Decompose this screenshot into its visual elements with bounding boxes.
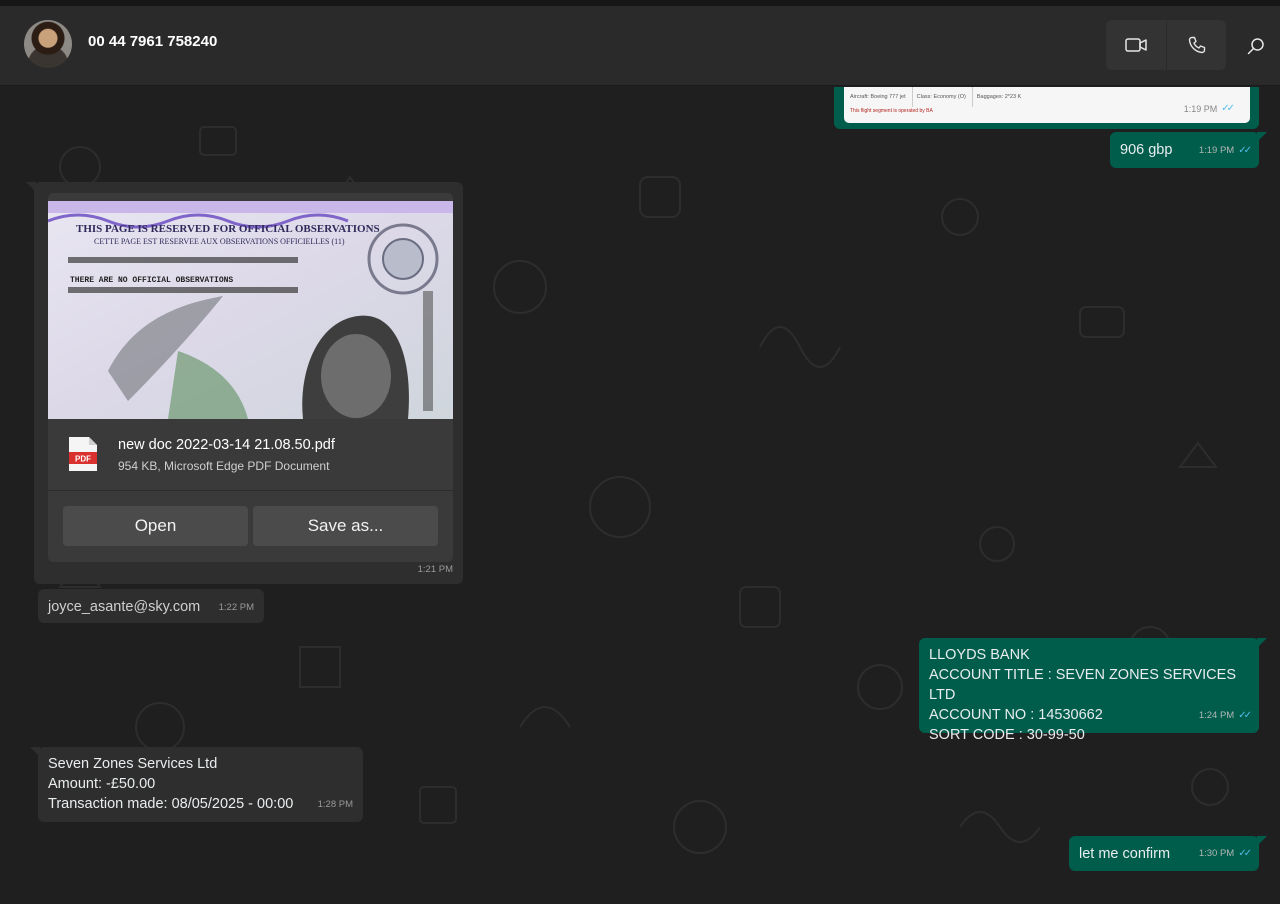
document-preview-image[interactable]: THIS PAGE IS RESERVED FOR OFFICIAL OBSER… <box>48 201 453 419</box>
transaction-date-line: Transaction made: 08/05/2025 - 00:00 <box>48 796 294 812</box>
bubble-tail <box>30 747 40 757</box>
message-timestamp: 1:30 PM ✓✓ <box>1199 844 1252 864</box>
amount-line: Amount: -£50.00 <box>48 776 156 792</box>
baggages-label: Baggages: 2*23 K <box>976 94 1022 100</box>
message-list[interactable]: Aircraft: Boeing 777 jet Class: Economy … <box>0 87 1280 904</box>
account-title-line: ACCOUNT TITLE : SEVEN ZONES SERVICES LTD <box>929 667 1236 703</box>
message-timestamp: 1:21 PM <box>417 564 453 575</box>
search-icon <box>1247 38 1264 55</box>
chat-header: 00 44 7961 758240 <box>0 6 1280 86</box>
bubble-tail <box>1257 836 1267 846</box>
search-button[interactable] <box>1242 32 1270 60</box>
document-file-info: 954 KB, Microsoft Edge PDF Document <box>118 459 330 473</box>
message-bubble-incoming[interactable]: joyce_asante@sky.com 1:22 PM <box>38 589 264 623</box>
video-call-button[interactable] <box>1106 20 1166 70</box>
message-timestamp: 1:28 PM <box>317 799 353 810</box>
read-ticks-icon: ✓✓ <box>1238 710 1252 721</box>
read-ticks-icon: ✓✓ <box>1238 145 1252 156</box>
message-text: let me confirm <box>1079 846 1171 862</box>
bubble-tail <box>26 182 36 192</box>
preview-observations-text: THERE ARE NO OFFICIAL OBSERVATIONS <box>70 276 233 285</box>
document-info: PDF new doc 2022-03-14 21.08.50.pdf 954 … <box>48 419 453 491</box>
open-button[interactable]: Open <box>63 506 248 546</box>
message-timestamp: 1:22 PM <box>218 602 254 613</box>
voice-call-icon <box>1188 36 1205 54</box>
message-bubble-outgoing[interactable]: let me confirm 1:30 PM ✓✓ <box>1069 836 1267 871</box>
pdf-file-icon: PDF <box>69 437 97 471</box>
avatar[interactable] <box>24 20 72 68</box>
call-button-group <box>1106 20 1226 70</box>
bank-name-line: LLOYDS BANK <box>929 647 1030 663</box>
preview-subheading: CETTE PAGE EST RESERVEE AUX OBSERVATIONS… <box>94 237 345 246</box>
message-text: LLOYDS BANK ACCOUNT TITLE : SEVEN ZONES … <box>929 645 1259 745</box>
document-card[interactable]: THIS PAGE IS RESERVED FOR OFFICIAL OBSER… <box>48 193 453 562</box>
read-ticks-icon: ✓✓ <box>1221 103 1235 114</box>
message-timestamp: 1:19 PM ✓✓ <box>1184 99 1235 119</box>
flight-operator-note: This flight segment is operated by BA <box>850 108 933 114</box>
message-text: joyce_asante@sky.com <box>48 599 201 615</box>
message-bubble-incoming-document[interactable]: THIS PAGE IS RESERVED FOR OFFICIAL OBSER… <box>26 182 463 584</box>
flight-details-message[interactable]: Aircraft: Boeing 777 jet Class: Economy … <box>834 87 1259 129</box>
preview-heading: THIS PAGE IS RESERVED FOR OFFICIAL OBSER… <box>76 223 380 235</box>
save-as-button[interactable]: Save as... <box>253 506 438 546</box>
read-ticks-icon: ✓✓ <box>1238 848 1252 859</box>
video-call-icon <box>1125 38 1147 52</box>
message-timestamp: 1:24 PM ✓✓ <box>1199 706 1252 726</box>
flight-details-card[interactable]: Aircraft: Boeing 777 jet Class: Economy … <box>844 87 1250 123</box>
sort-code-line: SORT CODE : 30-99-50 <box>929 727 1085 743</box>
contact-name[interactable]: 00 44 7961 758240 <box>88 33 217 50</box>
message-bubble-incoming[interactable]: Seven Zones Services Ltd Amount: -£50.00… <box>30 747 363 822</box>
message-timestamp: 1:19 PM ✓✓ <box>1199 141 1252 161</box>
bubble-tail <box>1257 132 1267 142</box>
message-text: 906 gbp <box>1120 142 1173 158</box>
document-file-name: new doc 2022-03-14 21.08.50.pdf <box>118 437 335 453</box>
payee-line: Seven Zones Services Ltd <box>48 756 218 772</box>
message-text: Seven Zones Services Ltd Amount: -£50.00… <box>48 754 293 814</box>
message-bubble-outgoing[interactable]: LLOYDS BANK ACCOUNT TITLE : SEVEN ZONES … <box>919 638 1267 743</box>
voice-call-button[interactable] <box>1166 20 1226 70</box>
pdf-file-icon-label: PDF <box>75 455 91 464</box>
message-bubble-outgoing[interactable]: 906 gbp 1:19 PM ✓✓ <box>1110 132 1267 168</box>
